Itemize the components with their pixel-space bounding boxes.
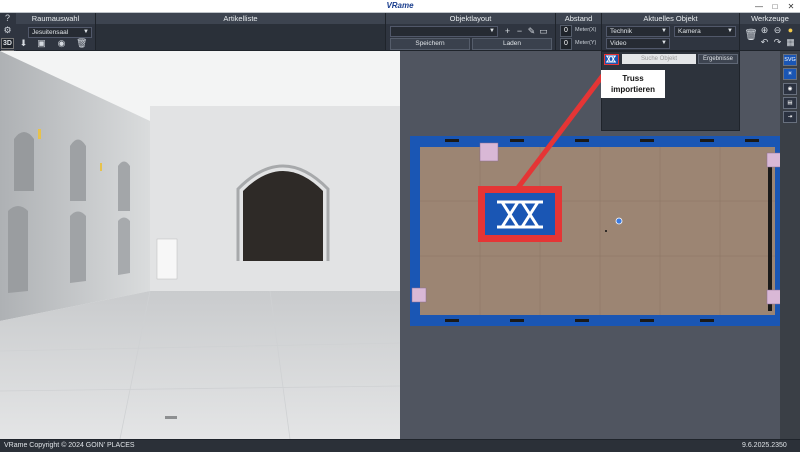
eye-icon[interactable]: ◉	[783, 83, 797, 95]
article-list-section	[96, 24, 386, 50]
search-input[interactable]: Suche Objekt	[622, 54, 696, 64]
distance-section: 0 Meter(X) 0 Meter(Y)	[556, 24, 602, 50]
distance-y-unit: Meter(Y)	[575, 40, 597, 46]
article-list-header[interactable]: Artikelliste	[96, 13, 386, 24]
room-select-value: Jesuitensaal	[32, 29, 69, 36]
version-text: 9.6.2025.2350	[742, 442, 787, 449]
app-title: VRame	[386, 1, 414, 10]
chevron-down-icon: ▼	[83, 29, 89, 35]
category-select-1-value: Technik	[610, 28, 633, 35]
room-image-icon[interactable]: ▣	[36, 38, 47, 49]
trash-icon[interactable]: 🗑	[744, 30, 758, 41]
help-icon[interactable]: ?	[2, 13, 13, 24]
gear-icon[interactable]: ⚙	[2, 25, 13, 36]
truss-import-button[interactable]	[604, 54, 619, 65]
category-select-3[interactable]: Video ▼	[606, 38, 670, 49]
layout-header: Objektlayout	[386, 13, 556, 24]
room-import-icon[interactable]: ⬇	[18, 38, 29, 49]
load-button[interactable]: Laden	[472, 38, 552, 50]
save-button[interactable]: Speichern	[390, 38, 470, 50]
room-render	[0, 51, 400, 439]
distance-x-unit: Meter(X)	[575, 27, 597, 33]
lightbulb-icon[interactable]: ●	[785, 25, 796, 36]
tools-header: Werkzeuge	[740, 13, 800, 24]
zoom-out-icon[interactable]: ⊖	[772, 25, 783, 36]
svg-button[interactable]: SVG	[783, 54, 797, 66]
room-section-header: Raumauswahl	[16, 13, 96, 24]
room-select[interactable]: Jesuitensaal ▼	[28, 27, 92, 38]
chevron-down-icon: ▼	[661, 40, 667, 46]
current-object-section: Technik ▼ Kamera ▼ Video ▼	[602, 24, 740, 50]
tooltip-line-1: Truss	[622, 74, 644, 83]
add-icon[interactable]: +	[502, 26, 513, 37]
chevron-down-icon: ▼	[489, 28, 495, 34]
room-section: Jesuitensaal ▼ ⬇ ▣ ◉ 🗑	[16, 24, 96, 50]
edit-icon[interactable]: ✎	[526, 26, 537, 37]
category-select-3-value: Video	[610, 40, 627, 47]
category-select-1[interactable]: Technik ▼	[606, 26, 670, 37]
folder-icon[interactable]: ▭	[538, 26, 549, 37]
truss-tooltip: Truss importieren	[601, 70, 665, 98]
status-bar: VRame Copyright © 2024 GOIN' PLACES 9.6.…	[0, 439, 800, 452]
distance-y-input[interactable]: 0	[560, 38, 572, 50]
results-button[interactable]: Ergebnisse	[698, 54, 738, 64]
chevron-down-icon: ▼	[727, 28, 733, 34]
category-select-2-value: Kamera	[678, 28, 701, 35]
minus-icon[interactable]: −	[514, 26, 525, 37]
export-icon[interactable]: ⇥	[783, 111, 797, 123]
close-button[interactable]: ✕	[784, 1, 798, 12]
current-object-header: Aktuelles Objekt	[602, 13, 740, 24]
copyright-text: VRame Copyright © 2024 GOIN' PLACES	[4, 442, 135, 449]
main-toolbar: Raumauswahl Jesuitensaal ▼ ⬇ ▣ ◉ 🗑 Artik…	[0, 13, 800, 51]
distance-header: Abstand	[556, 13, 602, 24]
tooltip-line-2: importieren	[610, 85, 655, 94]
mode-3d-button[interactable]: 3D	[1, 38, 14, 49]
viewport-3d[interactable]	[0, 51, 400, 439]
minimize-button[interactable]: —	[752, 1, 766, 12]
undo-icon[interactable]: ↶	[759, 37, 770, 48]
ruler-icon[interactable]: ▤	[783, 97, 797, 109]
layout-section: ▼ + − ✎ ▭ Speichern Laden	[386, 24, 556, 50]
category-select-2[interactable]: Kamera ▼	[674, 26, 736, 37]
tools-section: 🗑 ⊕ ⊖ ● ↶ ↷ ▦	[740, 24, 800, 50]
light-toggle-button[interactable]: ☀	[783, 68, 797, 80]
zoom-in-icon[interactable]: ⊕	[759, 25, 770, 36]
chevron-down-icon: ▼	[661, 28, 667, 34]
right-toolbar: SVG ☀ ◉ ▤ ⇥	[780, 51, 800, 439]
distance-x-input[interactable]: 0	[560, 25, 572, 37]
title-bar: VRame — □ ✕	[0, 0, 800, 13]
truss-icon	[606, 55, 616, 63]
globe-icon[interactable]: ◉	[56, 38, 67, 49]
layout-select[interactable]: ▼	[390, 26, 498, 37]
redo-icon[interactable]: ↷	[772, 37, 783, 48]
grid-icon[interactable]: ▦	[785, 37, 796, 48]
trash-icon[interactable]: 🗑	[76, 38, 87, 49]
maximize-button[interactable]: □	[768, 1, 782, 12]
